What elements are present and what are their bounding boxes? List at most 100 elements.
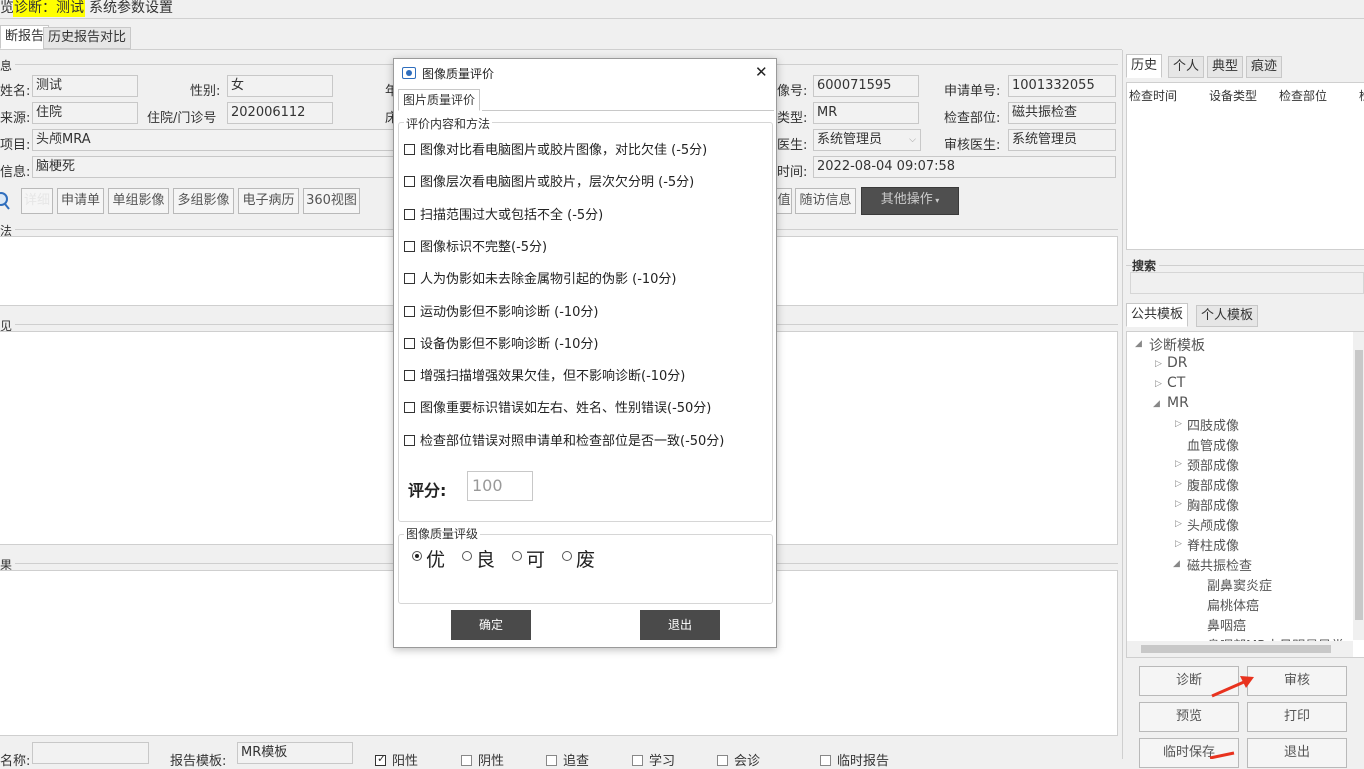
check-study-box[interactable] (632, 755, 643, 766)
followup-button[interactable]: 随访信息 (795, 188, 856, 214)
image-no-field[interactable]: 600071595 (813, 75, 919, 97)
col-exam-time[interactable]: 检查时间 (1129, 87, 1177, 104)
tree-hscrollbar-thumb[interactable] (1141, 645, 1331, 653)
tree-expanded-icon[interactable]: ◢ (1173, 559, 1180, 569)
dialog-exit-button[interactable]: 退出 (640, 610, 720, 640)
col-more[interactable]: 检 (1359, 87, 1364, 104)
tree-node[interactable]: 颈部成像 (1187, 455, 1239, 474)
tab-trace[interactable]: 痕迹 (1246, 56, 1283, 78)
criteria-checkbox[interactable] (404, 337, 415, 349)
check-temp-report-box[interactable] (820, 755, 831, 766)
item-field[interactable]: 头颅MRA (32, 129, 394, 151)
criteria-item[interactable]: 运动伪影但不影响诊断 (-10分) (404, 301, 599, 320)
tab-public-template[interactable]: 公共模板 (1126, 303, 1189, 327)
check-positive[interactable]: ✓ 阳性 (375, 750, 418, 769)
grade-radio[interactable] (512, 551, 522, 561)
criteria-item[interactable]: 设备伪影但不影响诊断 (-10分) (404, 333, 599, 352)
menu-item-settings[interactable]: 系统参数设置 (89, 0, 173, 17)
tree-collapsed-icon[interactable]: ▷ (1175, 459, 1182, 469)
tab-history[interactable]: 历史 (1126, 54, 1163, 78)
check-follow-box[interactable] (546, 755, 557, 766)
col-exam-part[interactable]: 检查部位 (1279, 87, 1327, 104)
tab-typical[interactable]: 典型 (1207, 56, 1244, 78)
check-consult-box[interactable] (717, 755, 728, 766)
tree-node[interactable]: 扁桃体癌 (1207, 595, 1259, 614)
tree-node[interactable]: 四肢成像 (1187, 415, 1239, 434)
grade-option[interactable]: 良 (462, 545, 495, 572)
tab-history-compare[interactable]: 历史报告对比 (43, 27, 132, 49)
score-input[interactable]: 100 (467, 471, 533, 501)
grade-option[interactable]: 废 (562, 545, 595, 572)
name-field[interactable]: 测试 (32, 75, 138, 97)
grade-option[interactable]: 优 (412, 545, 445, 572)
tree-node[interactable]: 鼻咽癌 (1207, 615, 1246, 634)
tree-collapsed-icon[interactable]: ▷ (1175, 539, 1182, 549)
tree-node[interactable]: 副鼻窦炎症 (1207, 575, 1272, 594)
request-no-field[interactable]: 1001332055 (1008, 75, 1116, 97)
tree-scrollbar[interactable] (1353, 332, 1364, 640)
criteria-checkbox[interactable] (404, 305, 415, 317)
search-icon[interactable] (0, 190, 14, 212)
request-form-button[interactable]: 申请单 (57, 188, 104, 214)
criteria-item[interactable]: 图像对比看电脑图片或胶片图像，对比欠佳 (-5分) (404, 139, 707, 158)
history-table[interactable]: 检查时间 设备类型 检查部位 检 (1126, 82, 1364, 250)
check-positive-box[interactable]: ✓ (375, 752, 386, 766)
other-actions-button[interactable]: 其他操作 ▾ (861, 187, 959, 215)
tree-node[interactable]: 血管成像 (1187, 435, 1239, 454)
criteria-item[interactable]: 图像层次看电脑图片或胶片，层次欠分明 (-5分) (404, 171, 694, 190)
col-device-type[interactable]: 设备类型 (1209, 87, 1257, 104)
value-button[interactable]: 值 (776, 188, 792, 214)
print-button[interactable]: 打印 (1247, 702, 1347, 732)
criteria-item[interactable]: 增强扫描增强效果欠佳，但不影响诊断(-10分) (404, 365, 685, 384)
grade-radio[interactable] (562, 551, 572, 561)
criteria-item[interactable]: 图像重要标识错误如左右、姓名、性别错误(-50分) (404, 397, 711, 416)
tab-personal[interactable]: 个人 (1168, 56, 1205, 78)
tree-node[interactable]: 诊断模板 (1149, 335, 1205, 355)
tab-personal-template[interactable]: 个人模板 (1196, 305, 1259, 327)
tree-node[interactable]: DR (1167, 355, 1188, 371)
criteria-checkbox[interactable] (404, 208, 415, 220)
menu-item-browse[interactable]: 览 (0, 0, 14, 17)
criteria-item[interactable]: 人为伪影如未去除金属物引起的伪影 (-10分) (404, 268, 677, 287)
tree-hscrollbar[interactable] (1127, 641, 1353, 657)
inpatient-field[interactable]: 202006112 (227, 102, 333, 124)
exit-main-button[interactable]: 退出 (1247, 738, 1347, 768)
bottom-name-select[interactable] (32, 742, 149, 764)
criteria-item[interactable]: 扫描范围过大或包括不全 (-5分) (404, 204, 603, 223)
grade-radio[interactable] (462, 551, 472, 561)
tree-node[interactable]: MR (1167, 395, 1189, 411)
tree-collapsed-icon[interactable]: ▷ (1175, 419, 1182, 429)
criteria-checkbox[interactable] (404, 240, 415, 252)
doctor-select[interactable]: 系统管理员 ⌵ (813, 129, 921, 151)
tree-node[interactable]: 腹部成像 (1187, 475, 1239, 494)
exam-part-field[interactable]: 磁共振检查 (1008, 102, 1116, 124)
review-button[interactable]: 审核 (1247, 666, 1347, 696)
criteria-item[interactable]: 图像标识不完整(-5分) (404, 236, 547, 255)
grade-option[interactable]: 可 (512, 545, 545, 572)
close-icon[interactable]: ✕ (755, 63, 768, 81)
criteria-checkbox[interactable] (404, 273, 415, 285)
criteria-item[interactable]: 检查部位错误对照申请单和检查部位是否一致(-50分) (404, 430, 724, 449)
check-follow[interactable]: 追查 (546, 750, 589, 769)
criteria-checkbox[interactable] (404, 434, 415, 446)
source-field[interactable]: 住院 (32, 102, 138, 124)
review-doctor-field[interactable]: 系统管理员 (1008, 129, 1116, 151)
tree-expanded-icon[interactable]: ◢ (1135, 339, 1142, 349)
criteria-checkbox[interactable] (404, 144, 415, 155)
preview-button[interactable]: 预览 (1139, 702, 1239, 732)
check-study[interactable]: 学习 (632, 750, 675, 769)
criteria-checkbox[interactable] (404, 370, 415, 382)
tree-node[interactable]: CT (1167, 375, 1185, 391)
report-template-select[interactable]: MR模板 (237, 742, 353, 764)
tree-collapsed-icon[interactable]: ▷ (1175, 519, 1182, 529)
single-image-button[interactable]: 单组影像 (108, 188, 169, 214)
tree-node[interactable]: 磁共振检查 (1187, 555, 1252, 574)
search-input[interactable] (1130, 272, 1364, 294)
tree-node[interactable]: 胸部成像 (1187, 495, 1239, 514)
tab-report[interactable]: 断报告 (0, 25, 50, 49)
info-field[interactable]: 脑梗死 (32, 156, 394, 178)
check-negative[interactable]: 阴性 (461, 750, 504, 769)
check-negative-box[interactable] (461, 755, 472, 766)
view-360-button[interactable]: 360视图 (303, 188, 360, 214)
check-temp-report[interactable]: 临时报告 (820, 750, 889, 769)
